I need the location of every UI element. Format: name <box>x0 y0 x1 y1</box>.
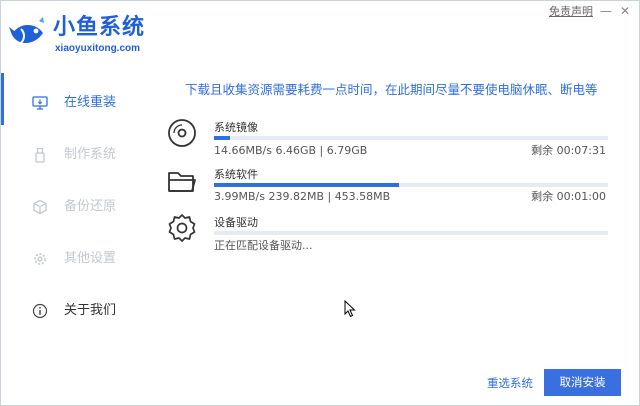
progress-fill <box>214 136 230 140</box>
disc-icon <box>168 119 196 147</box>
task-name: 系统软件 <box>214 168 258 181</box>
active-indicator <box>1 73 4 125</box>
close-button[interactable]: ✕ <box>618 4 632 18</box>
info-icon <box>32 303 48 319</box>
folder-icon <box>168 172 196 192</box>
progress-bar <box>214 136 608 140</box>
minimize-button[interactable]: — <box>599 4 613 18</box>
installer-window: 小鱼系统 xiaoyuxitong.com 免责声明 — ✕ 在线重装 制作系统 <box>0 0 640 406</box>
download-notice: 下载且收集资源需要耗费一点时间，在此期间尽量不要使电脑休眠、断电等 <box>185 82 598 97</box>
sidebar: 在线重装 制作系统 备份还原 其他设置 关于我们 <box>1 73 151 373</box>
logo-title: 小鱼系统 <box>53 15 146 40</box>
monitor-icon <box>32 96 48 110</box>
sidebar-item-label: 在线重装 <box>64 95 117 110</box>
progress-bar <box>214 231 608 235</box>
settings-icon <box>168 214 196 242</box>
app-logo: 小鱼系统 xiaoyuxitong.com <box>9 11 159 61</box>
sidebar-item-online-reinstall[interactable]: 在线重装 <box>1 73 151 125</box>
progress-fill <box>214 183 400 187</box>
sidebar-item-label: 其他设置 <box>64 251 117 266</box>
task-name: 设备驱动 <box>214 216 258 229</box>
usb-icon <box>35 147 45 163</box>
cancel-install-button[interactable]: 取消安装 <box>544 369 621 396</box>
sidebar-item-label: 制作系统 <box>64 147 117 162</box>
logo-subtitle: xiaoyuxitong.com <box>55 43 141 54</box>
mouse-cursor-icon <box>344 300 356 318</box>
sidebar-item-make-system[interactable]: 制作系统 <box>1 135 151 175</box>
sidebar-item-other-settings[interactable]: 其他设置 <box>1 239 151 279</box>
task-remaining: 剩余 00:07:31 <box>531 144 606 157</box>
reselect-system-button[interactable]: 重选系统 <box>487 375 533 391</box>
disclaimer-link[interactable]: 免责声明 <box>549 5 593 19</box>
sidebar-item-label: 备份还原 <box>64 199 117 214</box>
progress-bar <box>214 183 608 187</box>
cube-icon <box>33 199 47 215</box>
fish-logo-icon <box>9 17 44 44</box>
sidebar-item-label: 关于我们 <box>64 303 117 318</box>
sidebar-item-backup-restore[interactable]: 备份还原 <box>1 187 151 227</box>
task-detail: 3.99MB/s 239.82MB | 453.58MB <box>214 190 391 203</box>
task-name: 系统镜像 <box>214 121 258 134</box>
gear-icon <box>34 253 46 265</box>
sidebar-item-about-us[interactable]: 关于我们 <box>1 291 151 331</box>
task-detail: 14.66MB/s 6.46GB | 6.79GB <box>214 144 368 157</box>
task-detail: 正在匹配设备驱动... <box>214 239 313 252</box>
task-remaining: 剩余 00:01:00 <box>531 190 606 203</box>
